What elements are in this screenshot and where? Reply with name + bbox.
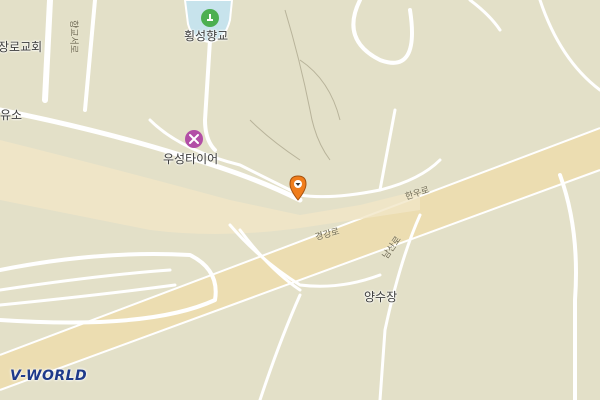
repair-shop-icon-glyph [189, 134, 199, 144]
location-pin-shape [289, 175, 307, 201]
map-canvas[interactable]: 장로교회 유소 횡성향교 우성타이어 양수장 향교서로 한우로 경강로 남산로 … [0, 0, 600, 400]
tire-shop-label[interactable]: 우성타이어 [163, 152, 218, 166]
place-label[interactable]: 양수장 [364, 290, 397, 304]
landmark-icon-glyph [207, 14, 213, 21]
repair-shop-icon[interactable] [185, 130, 203, 148]
landmark-icon[interactable] [201, 9, 219, 27]
road-label-vertical: 향교서로 [68, 20, 78, 54]
vworld-logo: V-WORLD [10, 368, 87, 384]
church-label[interactable]: 장로교회 [0, 40, 42, 54]
location-pin-icon[interactable] [289, 175, 307, 205]
vworld-logo-text: V-WORLD [10, 368, 88, 384]
gas-station-label[interactable]: 유소 [0, 108, 22, 122]
hyanggyo-label[interactable]: 횡성향교 [184, 29, 228, 43]
